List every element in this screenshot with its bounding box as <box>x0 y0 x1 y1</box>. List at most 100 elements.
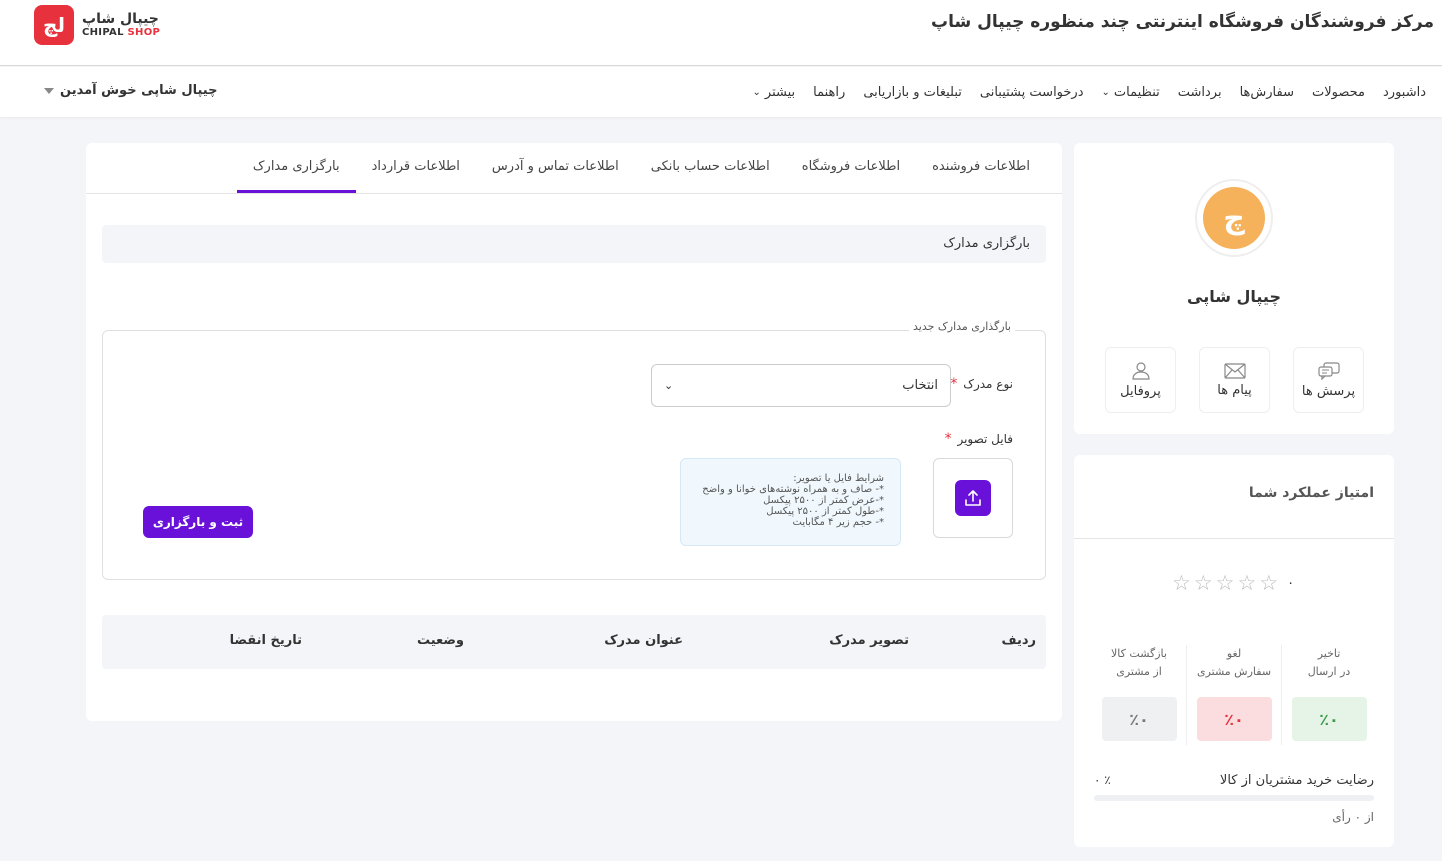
nav-item-settings[interactable]: تنظیمات ⌄ <box>1102 85 1160 100</box>
site-title: مرکز فروشندگان فروشگاه اینترنتی چند منظو… <box>931 12 1434 32</box>
star-icon: ☆ <box>1259 571 1279 595</box>
documents-card: اطلاعات فروشنده اطلاعات فروشگاه اطلاعات … <box>86 143 1062 721</box>
rating-value: ۰ <box>1287 576 1295 591</box>
profile-button[interactable]: پروفایل <box>1105 347 1176 413</box>
divider <box>1074 538 1394 539</box>
upload-fieldset: بارگذاری مدارک جدید نوع مدرک * انتخاب ⌄ … <box>102 320 1046 580</box>
tab-label: بارگزاری مدارک <box>252 159 340 174</box>
metric-label-line: در ارسال <box>1307 665 1351 678</box>
performance-title: امتیاز عملکرد شما <box>1248 485 1374 501</box>
top-header: مرکز فروشندگان فروشگاه اینترنتی چند منظو… <box>0 0 1442 66</box>
col-header-title: عنوان مدرک <box>604 633 683 648</box>
col-header-image: تصویر مدرک <box>829 633 909 648</box>
tab-upload-documents[interactable]: بارگزاری مدارک <box>236 143 356 193</box>
condition-line: *-طول کمتر از ۲۵۰۰ پیکسل <box>766 506 884 517</box>
nav-item-label: محصولات <box>1312 84 1365 100</box>
upload-icon[interactable] <box>955 480 991 516</box>
logo-fa-text: چیپال شاپ <box>82 10 159 27</box>
nav-item-marketing[interactable]: تبلیغات و بازاریابی <box>863 85 962 100</box>
logo-en-suffix: SHOP <box>127 27 161 39</box>
section-title: بارگزاری مدارک <box>102 225 1046 263</box>
metric-label: تاخیر در ارسال <box>1308 645 1351 685</box>
metric-label-line: تاخیر <box>1317 647 1341 660</box>
condition-line: *- حجم زیر ۴ مگابایت <box>792 517 885 528</box>
tab-label: اطلاعات فروشگاه <box>801 159 901 174</box>
file-label-text: فایل تصویر <box>957 432 1013 446</box>
metric-returns: بازگشت کالا از مشتری ٪۰ <box>1092 645 1186 745</box>
fieldset-legend: بارگذاری مدارک جدید <box>909 320 1015 333</box>
logo-en-text: CHIPAL SHOP <box>82 27 160 39</box>
condition-line: *-عرض کمتر از ۲۵۰۰ پیکسل <box>763 495 884 506</box>
nav-item-support[interactable]: درخواست پشتیبانی <box>980 85 1084 100</box>
nav-item-label: درخواست پشتیبانی <box>979 84 1084 100</box>
metric-value: ٪۰ <box>1291 697 1367 741</box>
metric-label-line: از مشتری <box>1116 665 1162 678</box>
metric-label-line: سفارش مشتری <box>1196 665 1272 678</box>
nav-item-label: داشبورد <box>1383 84 1426 100</box>
tab-seller-info[interactable]: اطلاعات فروشنده <box>916 143 1046 193</box>
nav-items: داشبورد محصولات سفارش‌ها برداشت تنظیمات ⌄… <box>753 67 1426 117</box>
metric-label: لغو سفارش مشتری <box>1197 645 1271 685</box>
avatar-letter: چ <box>1203 187 1265 249</box>
nav-item-label: تنظیمات <box>1113 84 1160 100</box>
nav-item-help[interactable]: راهنما <box>813 85 845 100</box>
quick-actions: پرسش ها پیام ها پروفایل <box>1105 347 1364 413</box>
questions-button[interactable]: پرسش ها <box>1293 347 1364 413</box>
tab-label: اطلاعات فروشنده <box>932 159 1030 174</box>
nav-item-label: سفارش‌ها <box>1239 84 1294 100</box>
doc-type-label: نوع مدرک * <box>950 376 1013 392</box>
nav-item-withdrawal[interactable]: برداشت <box>1178 85 1222 100</box>
tab-label: اطلاعات قرارداد <box>371 159 460 174</box>
tab-bank-info[interactable]: اطلاعات حساب بانکی <box>635 143 786 193</box>
tab-contact-address[interactable]: اطلاعات تماس و آدرس <box>476 143 635 193</box>
col-header-status: وضعیت <box>416 633 464 648</box>
quick-button-label: پرسش ها <box>1301 383 1356 399</box>
tab-label: اطلاعات تماس و آدرس <box>491 159 619 174</box>
file-upload-dropzone[interactable] <box>933 458 1013 538</box>
chevron-down-icon: ⌄ <box>1101 86 1110 98</box>
user-menu[interactable]: چیپال شاپی خوش آمدین <box>44 83 217 98</box>
quick-button-label: پروفایل <box>1120 383 1161 399</box>
envelope-icon <box>1223 362 1246 379</box>
documents-table-header: ردیف تصویر مدرک عنوان مدرک وضعیت تاریخ ا… <box>102 615 1046 669</box>
doc-type-label-text: نوع مدرک <box>963 377 1013 391</box>
doc-type-select[interactable]: انتخاب ⌄ <box>651 364 951 407</box>
file-conditions: شرایط فایل یا تصویر: *- صاف و به همراه ن… <box>680 458 901 546</box>
logo[interactable]: لچ چیپال شاپ CHIPAL SHOP <box>34 5 160 45</box>
metric-order-cancel: لغو سفارش مشتری ٪۰ <box>1186 645 1281 745</box>
nav-item-dashboard[interactable]: داشبورد <box>1383 85 1426 100</box>
logo-text: چیپال شاپ CHIPAL SHOP <box>82 11 160 40</box>
chevron-down-icon: ⌄ <box>664 379 674 392</box>
metric-value: ٪۰ <box>1196 697 1272 741</box>
user-icon <box>1131 361 1150 380</box>
nav-item-products[interactable]: محصولات <box>1312 85 1365 100</box>
metric-late-shipping: تاخیر در ارسال ٪۰ <box>1281 645 1376 745</box>
doc-type-select-value: انتخاب <box>902 378 938 393</box>
col-header-expiry: تاریخ انقضا <box>229 633 302 648</box>
chevron-down-icon: ⌄ <box>752 86 761 98</box>
logo-mark: لچ <box>34 5 74 45</box>
shop-name: چیپال شاپی <box>1187 287 1281 306</box>
tab-contract-info[interactable]: اطلاعات قرارداد <box>356 143 476 193</box>
nav-item-label: راهنما <box>813 84 846 100</box>
nav-item-label: بیشتر <box>764 84 796 100</box>
chat-bubbles-icon <box>1317 361 1340 380</box>
star-icon: ☆ <box>1172 571 1191 595</box>
tab-store-info[interactable]: اطلاعات فروشگاه <box>786 143 916 193</box>
messages-button[interactable]: پیام ها <box>1199 347 1270 413</box>
star-icon: ☆ <box>1237 571 1257 595</box>
star-icon: ☆ <box>1193 571 1213 595</box>
required-asterisk: * <box>944 431 952 447</box>
submit-upload-button[interactable]: ثبت و بارگزاری <box>143 506 253 538</box>
condition-line: شرایط فایل یا تصویر: <box>793 473 884 484</box>
star-icon: ☆ <box>1215 571 1235 595</box>
main-nav: داشبورد محصولات سفارش‌ها برداشت تنظیمات ⌄… <box>0 67 1442 117</box>
performance-card: امتیاز عملکرد شما ☆ ☆ ☆ ☆ ☆ ۰ تاخیر در ار… <box>1074 455 1394 847</box>
nav-item-orders[interactable]: سفارش‌ها <box>1240 85 1294 100</box>
profile-card: چ چیپال شاپی پرسش ها پیام ها پروفایل <box>1074 143 1394 434</box>
metric-label: بازگشت کالا از مشتری <box>1111 645 1167 685</box>
nav-item-more[interactable]: بیشتر ⌄ <box>753 85 796 100</box>
col-header-row: ردیف <box>1001 633 1036 648</box>
nav-item-label: تبلیغات و بازاریابی <box>863 84 962 100</box>
metric-label-line: بازگشت کالا <box>1111 647 1167 660</box>
